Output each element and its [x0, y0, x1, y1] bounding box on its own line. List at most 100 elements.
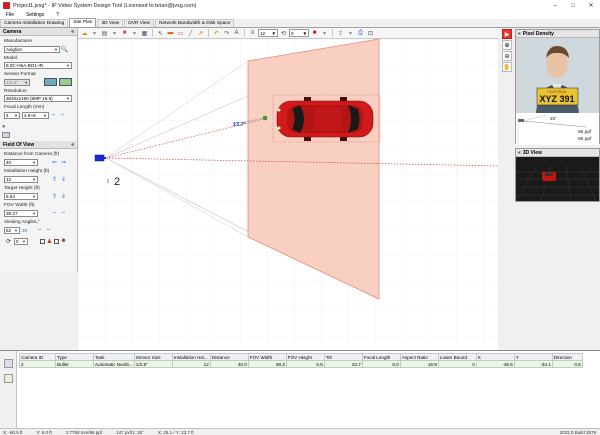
col-y[interactable]: Y	[513, 353, 553, 361]
cell-lower-bound[interactable]: 0	[437, 360, 477, 368]
zoom-in-icon[interactable]: ⊕	[502, 40, 512, 50]
zoom-out-icon[interactable]: ⊖	[502, 51, 512, 61]
arrow-left-right-icon[interactable]: ⇔	[35, 226, 44, 234]
layers-icon[interactable]: ▤	[100, 29, 109, 38]
arrow-up-icon[interactable]: ⇑	[50, 175, 59, 183]
shape-icon[interactable]: ■	[120, 29, 129, 38]
resolution-select[interactable]: 3840x2160 (8MP 16:9) ▼	[4, 95, 72, 102]
target-height-input[interactable]: 5.54 ▼	[4, 192, 38, 200]
car-icon[interactable]: ▭	[176, 29, 185, 38]
col-type[interactable]: Type	[55, 353, 94, 361]
col-installation-height[interactable]: Installation Hei...	[171, 353, 211, 361]
col-aspect-ratio[interactable]: Aspect Ratio	[399, 353, 439, 361]
angle-select[interactable]: 0 ▼	[289, 29, 309, 37]
cell-fov-width[interactable]: 38.3	[247, 360, 287, 368]
col-task[interactable]: Task	[93, 353, 135, 361]
cursor-icon[interactable]: ↖	[156, 29, 165, 38]
cell-task[interactable]: Automatic Numb...	[93, 360, 135, 368]
col-focal-length[interactable]: Focal Length	[361, 353, 401, 361]
dropdown-icon[interactable]: ▾	[346, 29, 355, 38]
menu-help[interactable]: ?	[50, 12, 65, 18]
rotation-input[interactable]: 0 ▼	[14, 237, 28, 245]
sensor-select[interactable]: 1/2.8" ▼	[4, 78, 30, 86]
line-icon[interactable]: ╱	[186, 29, 195, 38]
cell-tilt[interactable]: 23.7	[323, 360, 363, 368]
dropdown-icon[interactable]: ▾	[110, 29, 119, 38]
arrow-down-icon[interactable]: ⇓	[59, 192, 68, 200]
camera-list-icon[interactable]	[4, 359, 13, 368]
col-fov-width[interactable]: FOV Width	[247, 353, 287, 361]
collapse-icon[interactable]: «	[518, 31, 521, 37]
collapse-icon[interactable]: «	[71, 142, 74, 148]
color-icon[interactable]: ■	[310, 29, 319, 38]
cell-installation-height[interactable]: 12	[171, 360, 211, 368]
dropdown-icon[interactable]: ▾	[320, 29, 329, 38]
manufacturer-select[interactable]: Axiglion ▼	[4, 45, 60, 53]
line-width-icon[interactable]: ≡	[248, 29, 257, 38]
export-icon[interactable]: ⇪	[336, 29, 345, 38]
person-icon[interactable]: ♟	[45, 237, 54, 245]
site-plan-drawing[interactable]: 13.7° 2	[78, 39, 498, 350]
site-plan-canvas[interactable]: 13.7° 2	[78, 39, 498, 350]
col-camera-id[interactable]: Camera ID	[19, 353, 56, 361]
arrow-down-icon[interactable]: ⇓	[59, 175, 68, 183]
col-tilt[interactable]: Tilt	[323, 353, 363, 361]
redo-icon[interactable]: ↷	[222, 29, 231, 38]
zoom-select[interactable]: 12 ▼	[258, 29, 278, 37]
maximize-button[interactable]: □	[564, 0, 582, 11]
rotate-icon[interactable]: ⟲	[279, 29, 288, 38]
dropdown-icon[interactable]: ▾	[90, 29, 99, 38]
arrow-left-right-icon[interactable]: ⇔	[49, 111, 58, 119]
viewing-angle-input[interactable]: 52 ▼	[4, 226, 20, 234]
camera-small-icon[interactable]	[2, 132, 10, 138]
wall-icon[interactable]: ▬	[166, 29, 175, 38]
pan-hand-icon[interactable]: ✋	[502, 62, 512, 72]
arrow-left-right-icon[interactable]: ⇔	[50, 209, 59, 217]
landscape-icon[interactable]	[59, 78, 72, 86]
dropdown-icon[interactable]: ▾	[130, 29, 139, 38]
cell-camera-id[interactable]: 2	[19, 360, 56, 368]
cell-focal-length[interactable]: 6.0	[361, 360, 401, 368]
cell-distance[interactable]: 40.0	[209, 360, 249, 368]
image-icon[interactable]	[44, 78, 57, 86]
col-distance[interactable]: Distance	[209, 353, 249, 361]
tab-dvr-view[interactable]: DVR View	[124, 19, 155, 27]
arrow-left-right-icon-2[interactable]: ⇔	[44, 226, 53, 234]
model-select[interactable]: 8.0C-H5A-BO1-IR ▼	[4, 62, 72, 69]
arrow-left-right-icon-2[interactable]: ⇔	[59, 209, 68, 217]
camera-table[interactable]: Camera ID Type Task Sensor Size Installa…	[19, 353, 583, 368]
video-icon[interactable]: ▶	[502, 29, 512, 39]
arrow-left-icon[interactable]: ⇐	[50, 158, 59, 166]
focal-length-select[interactable]: 4 ▼	[4, 111, 20, 119]
camera-icon[interactable]	[94, 154, 105, 162]
expand-icon[interactable]: »	[2, 124, 5, 130]
cloud-icon[interactable]: ☁	[80, 29, 89, 38]
face-icon[interactable]: ☻	[59, 237, 68, 245]
cell-type[interactable]: Bullet	[55, 360, 94, 368]
car-icon[interactable]	[276, 97, 374, 141]
col-x[interactable]: X	[475, 353, 515, 361]
tab-site-plan[interactable]: Site Plan	[69, 18, 97, 27]
crop-icon[interactable]: ⊡	[366, 29, 375, 38]
table-row[interactable]: 2 Bullet Automatic Numb... 1/2.8" 12 40.…	[19, 360, 583, 368]
measure-icon[interactable]: ↗	[196, 29, 205, 38]
rotate-icon[interactable]: ⟳	[4, 237, 13, 245]
grid-icon[interactable]: ▦	[140, 29, 149, 38]
collapse-icon[interactable]: «	[518, 150, 521, 156]
tab-network-bandwidth[interactable]: Network Bandwidth & Disk Space	[155, 19, 235, 27]
col-fov-height[interactable]: FOV Height	[285, 353, 325, 361]
arrow-right-icon[interactable]: ⇒	[59, 158, 68, 166]
cell-y[interactable]: -34.1	[513, 360, 553, 368]
cell-aspect-ratio[interactable]: 16:9	[399, 360, 439, 368]
menu-file[interactable]: File	[0, 12, 20, 18]
target-handle[interactable]	[262, 115, 268, 121]
fov-width-input[interactable]: 38.27 ▼	[4, 209, 38, 217]
focal-range-select[interactable]: 4.9~8 ▼	[22, 111, 49, 119]
collapse-icon[interactable]: «	[71, 29, 74, 35]
col-lower-bound[interactable]: Lower Bound	[437, 353, 477, 361]
text-icon[interactable]: A	[232, 29, 241, 38]
cell-fov-height[interactable]: 5.5	[285, 360, 325, 368]
col-sensor-size[interactable]: Sensor Size	[133, 353, 173, 361]
col-direction[interactable]: Direction	[551, 353, 583, 361]
cell-direction[interactable]: 0.5	[551, 360, 583, 368]
